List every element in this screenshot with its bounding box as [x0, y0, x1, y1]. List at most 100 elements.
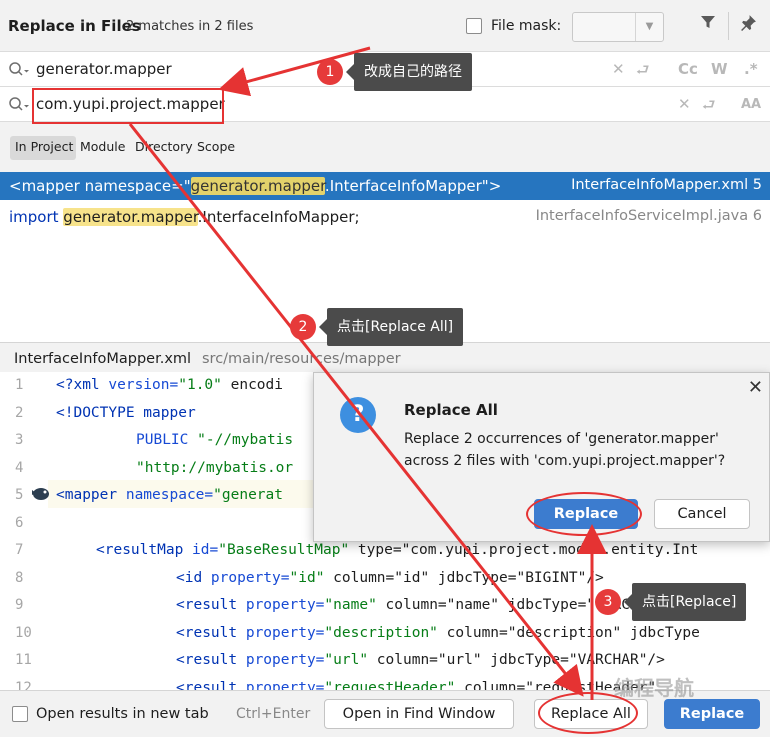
dialog-cancel-button[interactable]: Cancel	[654, 499, 750, 529]
code-token: "generat	[213, 487, 283, 503]
annotation-tooltip: 改成自己的路径	[346, 53, 472, 91]
code-token: <?xml	[56, 377, 109, 393]
result-code: import generator.mapper.InterfaceInfoMap…	[9, 208, 360, 226]
match-count: 2 matches in 2 files	[126, 19, 254, 34]
code-token: version=	[108, 377, 179, 393]
code-token: <resultMap	[96, 542, 193, 558]
line-gutter	[0, 372, 48, 690]
code-token: column="description" jdbcType	[437, 624, 700, 641]
line-number: 9	[15, 597, 24, 613]
preview-file-path: src/main/resources/mapper	[202, 351, 401, 367]
line-number: 1	[15, 377, 24, 393]
code-line: <mapper namespace="generat	[56, 487, 283, 503]
line-number: 6	[15, 514, 24, 531]
tab-module[interactable]: Module	[80, 139, 125, 154]
line-number: 10	[15, 624, 32, 641]
question-icon: ?	[340, 397, 376, 433]
code-token: <result	[176, 597, 246, 613]
code-token: property=	[245, 652, 325, 668]
dialog-header: Replace in Files 2 matches in 2 files Fi…	[0, 0, 770, 52]
code-token: "name"	[324, 597, 377, 613]
result-row[interactable]: import generator.mapper.InterfaceInfoMap…	[0, 203, 770, 231]
code-token: "1.0"	[178, 377, 222, 393]
search-icon[interactable]	[8, 61, 30, 77]
code-line: <!DOCTYPE mapper	[56, 405, 196, 421]
preview-file-name: InterfaceInfoMapper.xml	[14, 351, 192, 367]
open-find-window-button[interactable]: Open in Find Window	[324, 699, 514, 729]
code-line: <?xml version="1.0" encodi	[56, 377, 283, 393]
code-token: "BaseResultMap"	[218, 542, 350, 558]
code-line: "http://mybatis.or	[136, 460, 293, 476]
code-token: "id"	[289, 569, 325, 586]
result-code: <mapper namespace="generator.mapper.Inte…	[9, 177, 501, 195]
replace-search-icon[interactable]	[8, 96, 30, 112]
replace-button[interactable]: Replace	[664, 699, 760, 729]
scope-bar: In Project Module Directory Scope	[0, 122, 770, 172]
file-mask-combo[interactable]: ▼	[572, 12, 664, 42]
line-number: 8	[15, 569, 24, 586]
shortcut-hint: Ctrl+Enter	[236, 706, 311, 722]
clear-replace-icon[interactable]: ✕	[678, 95, 691, 113]
open-new-tab-label: Open results in new tab	[36, 706, 209, 722]
window-title: Replace in Files	[8, 17, 141, 35]
code-token: "description"	[324, 624, 438, 641]
highlight-replace-input	[32, 88, 224, 124]
result-row[interactable]: <mapper namespace="generator.mapper.Inte…	[0, 172, 770, 200]
code-token: property=	[210, 569, 290, 586]
close-icon[interactable]: ✕	[748, 377, 763, 398]
code-token: column="id" jdbcType="BIGINT"/>	[324, 569, 604, 586]
preserve-case-option[interactable]: AA	[741, 97, 761, 112]
code-token: <result	[176, 652, 246, 668]
watermark: 编程导航	[614, 676, 694, 700]
open-new-tab-checkbox[interactable]	[12, 706, 28, 722]
code-token: "url"	[324, 652, 369, 668]
result-prefix: import	[9, 208, 64, 226]
result-file: InterfaceInfoMapper.xml 5	[571, 177, 762, 193]
filter-icon[interactable]	[700, 14, 716, 35]
tab-directory[interactable]: Directory	[135, 139, 193, 154]
tab-scope[interactable]: Scope	[197, 139, 235, 154]
code-token: <mapper	[56, 487, 126, 503]
line-number: 11	[15, 652, 32, 668]
code-token: "-//mybatis	[197, 432, 294, 448]
code-token: property=	[245, 624, 325, 641]
result-prefix: <mapper namespace="	[9, 177, 191, 195]
result-suffix: .InterfaceInfoMapper;	[197, 208, 360, 226]
line-number: 3	[15, 432, 24, 448]
annotation-badge: 1	[317, 59, 343, 85]
annotation-tooltip: 点击[Replace All]	[318, 308, 464, 346]
code-line: <result property="description" column="d…	[176, 625, 700, 641]
whole-words-option[interactable]: W	[711, 60, 728, 78]
header-separator	[728, 12, 729, 40]
file-mask-checkbox[interactable]	[466, 18, 482, 34]
code-token: "http://mybatis.or	[136, 459, 294, 476]
code-line: <resultMap id="BaseResultMap" type="com.…	[96, 542, 698, 558]
pin-icon[interactable]	[740, 14, 757, 36]
match-case-option[interactable]: Cc	[678, 60, 698, 78]
regex-option[interactable]: .*	[744, 60, 758, 78]
code-token: column="url" jdbcType="VARCHAR"/>	[368, 652, 665, 668]
dialog-message: across 2 files with 'com.yupi.project.ma…	[404, 453, 726, 469]
mybatis-icon[interactable]	[30, 485, 52, 501]
tab-in-project[interactable]: In Project	[15, 139, 73, 154]
clear-icon[interactable]: ✕	[612, 60, 625, 78]
line-number: 7	[15, 542, 24, 558]
code-token: type="com.yupi.project.model.entity.Int	[349, 542, 699, 558]
line-number: 2	[15, 404, 24, 421]
code-token: <result	[176, 624, 246, 641]
preview-header: InterfaceInfoMapper.xml src/main/resourc…	[0, 342, 770, 372]
code-token: PUBLIC	[136, 432, 198, 448]
dialog-message: Replace 2 occurrences of 'generator.mapp…	[404, 431, 719, 447]
chevron-down-icon[interactable]: ▼	[635, 13, 663, 41]
new-line-icon[interactable]: ⮐	[636, 60, 650, 85]
code-token: <id	[176, 569, 211, 586]
code-token: property=	[245, 597, 325, 613]
code-token: namespace=	[125, 487, 214, 503]
code-token: id=	[192, 542, 219, 558]
file-mask-label: File mask:	[491, 18, 562, 34]
annotation-tooltip: 点击[Replace]	[623, 583, 747, 621]
replace-new-line-icon[interactable]: ⮐	[702, 95, 716, 120]
annotation-badge: 2	[290, 314, 316, 340]
find-input[interactable]: generator.mapper	[36, 60, 172, 78]
code-line: PUBLIC "-//mybatis	[136, 432, 293, 448]
